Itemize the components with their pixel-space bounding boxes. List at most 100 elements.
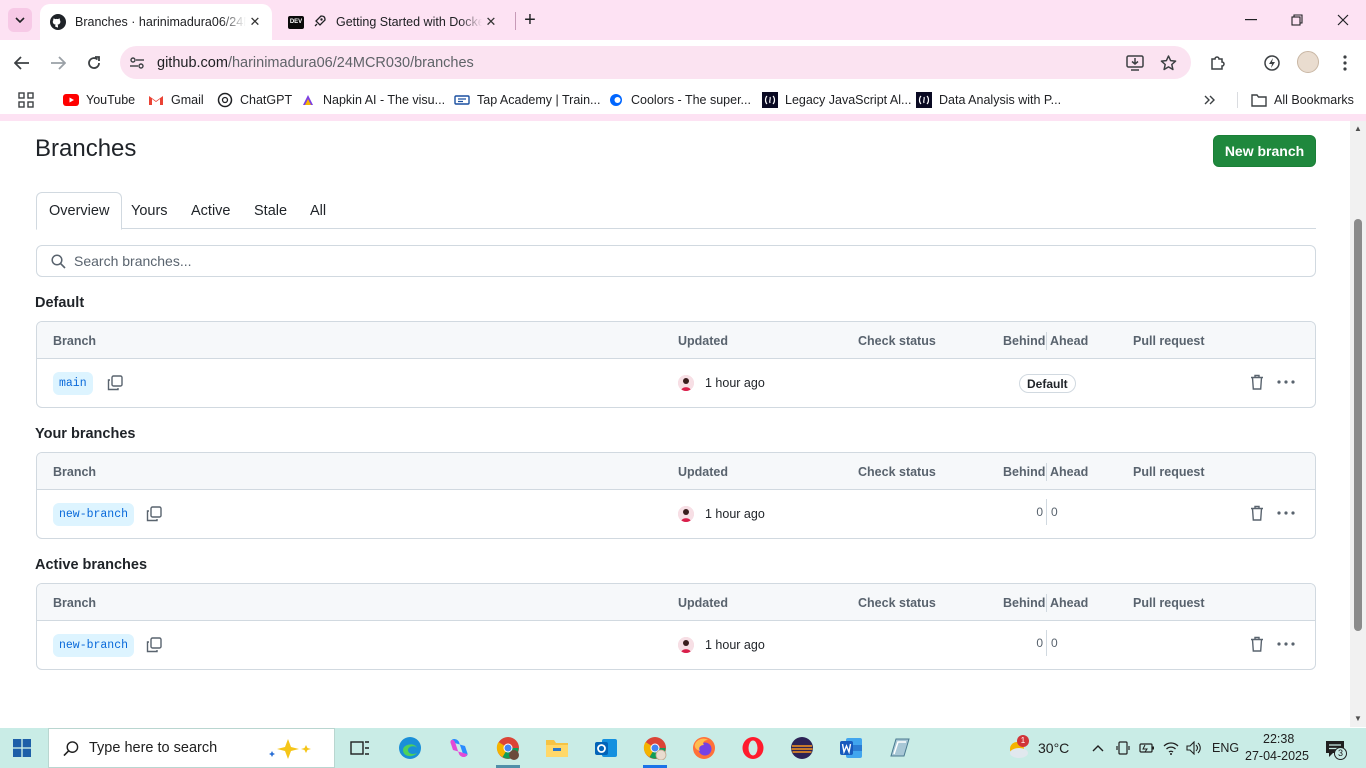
scroll-down-arrow-icon[interactable]: ▼ [1353, 715, 1363, 723]
restore-icon[interactable] [1285, 8, 1309, 32]
kebab-horizontal-icon[interactable] [1275, 504, 1297, 522]
column-pull-request: Pull request [1133, 333, 1205, 348]
input-language[interactable]: ENG [1212, 741, 1239, 755]
branch-name-link[interactable]: new-branch [53, 503, 135, 526]
browser-menu-kebab-icon[interactable] [1333, 51, 1357, 75]
scrollbar-thumb[interactable] [1354, 219, 1362, 631]
bookmark-napkin[interactable]: Napkin AI - The visu... [300, 90, 445, 110]
chrome-profile-icon[interactable] [494, 734, 522, 762]
outlook-icon[interactable] [592, 734, 620, 762]
ahead-count: 0 [1051, 636, 1058, 650]
branch-name-link[interactable]: main [53, 372, 93, 395]
behind-ahead-divider [1046, 594, 1047, 612]
search-branches-box[interactable] [36, 245, 1316, 277]
bookmark-youtube[interactable]: YouTube [63, 90, 135, 110]
bookmark-label: ChatGPT [240, 93, 293, 107]
forward-arrow-icon[interactable] [46, 51, 70, 75]
task-view-icon[interactable] [346, 734, 374, 762]
install-app-icon[interactable] [1124, 52, 1146, 74]
tab-yours[interactable]: Yours [131, 192, 168, 229]
bookmark-legacy-js[interactable]: Legacy JavaScript Al... [762, 90, 911, 110]
close-tab-icon[interactable]: ✕ [482, 13, 500, 31]
edge-icon[interactable] [396, 734, 424, 762]
kebab-horizontal-icon[interactable] [1275, 635, 1297, 653]
chrome-icon[interactable] [641, 734, 669, 762]
branch-filter-tabs: Overview Yours Active Stale All [36, 192, 1316, 230]
kebab-horizontal-icon[interactable] [1275, 373, 1297, 391]
wifi-icon[interactable] [1163, 740, 1179, 756]
taskbar-search-box[interactable]: Type here to search [48, 728, 335, 768]
volume-icon[interactable] [1186, 740, 1202, 756]
bookmarks-bar: YouTube Gmail ChatGPT Napkin AI - The vi… [0, 86, 1366, 114]
windows-start-icon[interactable] [13, 739, 31, 757]
copilot-icon[interactable] [445, 734, 473, 762]
notifications-icon[interactable]: 3 [1324, 739, 1347, 760]
rocket-icon [311, 14, 327, 30]
tab-docker[interactable]: DEV Getting Started with Docker ✕ [280, 4, 508, 40]
author-avatar[interactable] [678, 637, 694, 653]
bookmark-tap-academy[interactable]: Tap Academy | Train... [454, 90, 600, 110]
column-updated: Updated [678, 595, 728, 610]
back-arrow-icon[interactable] [10, 51, 34, 75]
trash-icon[interactable] [1248, 373, 1266, 391]
all-bookmarks-folder[interactable]: All Bookmarks [1251, 90, 1354, 110]
trash-icon[interactable] [1248, 504, 1266, 522]
branch-name-link[interactable]: new-branch [53, 634, 135, 657]
new-tab-plus-icon[interactable]: + [520, 9, 540, 31]
clock-date[interactable]: 27-04-2025 [1245, 749, 1309, 763]
tab-stale[interactable]: Stale [254, 192, 287, 229]
trash-icon[interactable] [1248, 635, 1266, 653]
show-hidden-icons-chevron-icon[interactable] [1090, 740, 1106, 756]
tab-overview[interactable]: Overview [36, 192, 123, 230]
file-explorer-icon[interactable] [543, 734, 571, 762]
extensions-puzzle-icon[interactable] [1206, 51, 1230, 75]
close-tab-icon[interactable]: ✕ [246, 13, 264, 31]
page-scrollbar[interactable]: ▲ ▼ [1350, 121, 1366, 727]
freecodecamp-icon [762, 92, 778, 108]
apps-grid-icon[interactable] [18, 90, 34, 110]
tab-active[interactable]: Active [191, 192, 231, 229]
opera-icon[interactable] [739, 734, 767, 762]
performance-icon[interactable] [1260, 51, 1284, 75]
tab-search-button[interactable] [8, 8, 32, 32]
clock-time[interactable]: 22:38 [1263, 732, 1294, 746]
profile-avatar[interactable] [1297, 51, 1319, 73]
paint-app-icon[interactable] [886, 734, 914, 762]
copy-icon[interactable] [145, 505, 163, 523]
napkin-icon [300, 93, 316, 107]
table-header: Branch Updated Check status Behind Ahead… [37, 453, 1315, 490]
chatgpt-icon [217, 92, 233, 108]
author-avatar[interactable] [678, 506, 694, 522]
bookmark-coolors[interactable]: Coolors - The super... [608, 90, 751, 110]
bookmark-label: YouTube [86, 93, 136, 107]
tab-all[interactable]: All [310, 192, 326, 229]
bookmarks-overflow-chevron-icon[interactable] [1204, 90, 1216, 110]
new-branch-button[interactable]: New branch [1213, 135, 1316, 167]
firefox-icon[interactable] [690, 734, 718, 762]
address-bar[interactable]: github.com/harinimadura06/24MCR030/branc… [120, 46, 1191, 79]
column-behind: Behind [1003, 464, 1046, 479]
close-window-icon[interactable] [1331, 8, 1355, 32]
author-avatar[interactable] [678, 375, 694, 391]
search-branches-input[interactable] [74, 253, 1274, 269]
minimize-icon[interactable] [1239, 8, 1263, 32]
bookmark-chatgpt[interactable]: ChatGPT [217, 90, 292, 110]
site-info-icon[interactable] [126, 52, 148, 74]
column-pull-request: Pull request [1133, 595, 1205, 610]
copy-icon[interactable] [106, 374, 124, 392]
scroll-up-arrow-icon[interactable]: ▲ [1353, 125, 1363, 133]
bookmark-star-icon[interactable] [1157, 52, 1179, 74]
tab-branches[interactable]: Branches · harinimadura06/24MCR030 ✕ [40, 4, 272, 40]
device-icon[interactable] [1115, 740, 1131, 756]
battery-icon[interactable] [1139, 740, 1155, 756]
behind-count: 0 [1036, 636, 1043, 650]
bookmark-gmail[interactable]: Gmail [148, 90, 204, 110]
weather-temperature[interactable]: 30°C [1038, 740, 1069, 756]
word-icon[interactable] [837, 734, 865, 762]
copy-icon[interactable] [145, 636, 163, 654]
weather-icon[interactable]: 1 [1005, 735, 1031, 760]
reload-icon[interactable] [82, 51, 106, 75]
default-badge: Default [1019, 374, 1076, 393]
eclipse-icon[interactable] [788, 734, 816, 762]
bookmark-data-analysis[interactable]: Data Analysis with P... [916, 90, 1061, 110]
